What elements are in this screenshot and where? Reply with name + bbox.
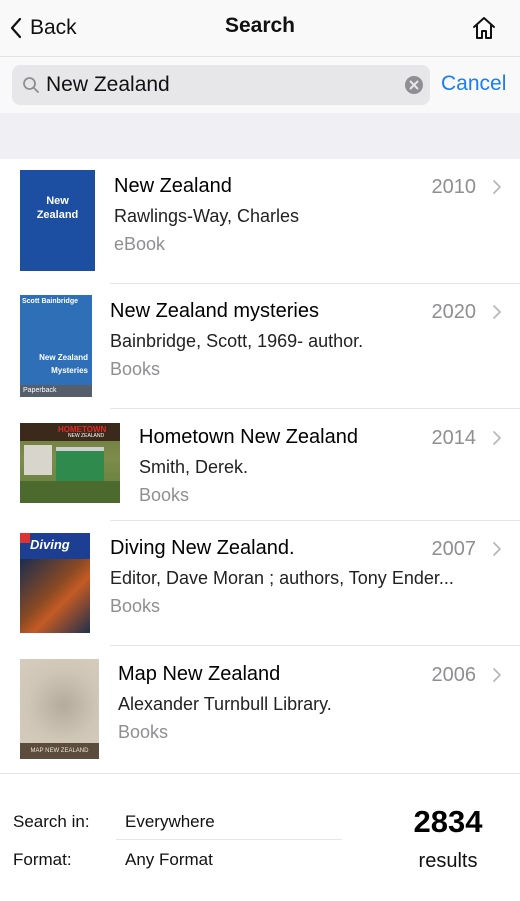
result-title: New Zealand mysteries (110, 300, 319, 322)
result-format: eBook (114, 234, 166, 254)
list-item[interactable]: New Zealand New Zealand Rawlings-Way, Cha… (0, 159, 520, 284)
result-author: Rawlings-Way, Charles (114, 206, 300, 226)
result-author: Alexander Turnbull Library. (118, 694, 332, 714)
book-cover: Diving (20, 533, 90, 633)
list-item[interactable]: Diving Diving New Zealand. Editor, Dave … (0, 521, 520, 646)
result-title: New Zealand (114, 175, 232, 197)
format-label: Format: (13, 850, 72, 869)
result-author: Smith, Derek. (139, 457, 249, 477)
list-item[interactable]: MAP NEW ZEALAND Map New Zealand Alexande… (0, 646, 520, 771)
result-author: Editor, Dave Moran ; authors, Tony Ender… (110, 568, 454, 588)
cancel-button[interactable]: Cancel (441, 72, 506, 96)
search-summary: Search in: Everywhere Format: Any Format… (0, 773, 520, 901)
search-icon (23, 77, 39, 93)
list-item[interactable]: HOMETOWN NEW ZEALAND Hometown New Zealan… (0, 409, 520, 521)
nav-bar: Back Search (0, 0, 520, 57)
results-count: 2834 (413, 804, 483, 839)
book-cover: New Zealand (20, 170, 95, 271)
list-item[interactable]: Scott Bainbridge New Zealand Mysteries Pa… (0, 284, 520, 409)
result-year: 2010 (431, 176, 477, 198)
chevron-right-icon (493, 180, 501, 194)
result-format: Books (110, 359, 161, 379)
search-field[interactable] (12, 65, 430, 105)
result-title: Hometown New Zealand (139, 426, 358, 448)
chevron-right-icon (493, 305, 501, 319)
result-year: 2020 (431, 301, 477, 323)
clear-icon[interactable] (404, 75, 424, 95)
section-spacer (0, 113, 520, 159)
book-cover: MAP NEW ZEALAND (20, 659, 99, 759)
results-count-label: results (418, 850, 478, 872)
search-in-selector[interactable]: Everywhere (125, 812, 215, 832)
chevron-right-icon (493, 542, 501, 556)
search-in-label: Search in: (13, 812, 90, 831)
book-cover: HOMETOWN NEW ZEALAND (20, 423, 120, 503)
result-year: 2014 (431, 427, 477, 449)
search-input[interactable] (46, 69, 386, 101)
chevron-right-icon (493, 431, 501, 445)
chevron-right-icon (493, 668, 501, 682)
result-title: Diving New Zealand. (110, 537, 295, 559)
result-author: Bainbridge, Scott, 1969- author. (110, 331, 364, 351)
divider (116, 839, 342, 840)
result-year: 2007 (431, 538, 477, 560)
result-format: Books (139, 485, 190, 505)
results-list: New Zealand New Zealand Rawlings-Way, Cha… (0, 159, 520, 771)
result-title: Map New Zealand (118, 663, 281, 685)
result-year: 2006 (431, 664, 477, 686)
format-selector[interactable]: Any Format (125, 850, 213, 870)
home-icon[interactable] (470, 14, 498, 42)
search-bar: Cancel (0, 57, 520, 113)
result-format: Books (118, 722, 169, 742)
result-format: Books (110, 596, 161, 616)
page-title: Search (224, 14, 296, 37)
book-cover: Scott Bainbridge New Zealand Mysteries Pa… (20, 295, 92, 397)
